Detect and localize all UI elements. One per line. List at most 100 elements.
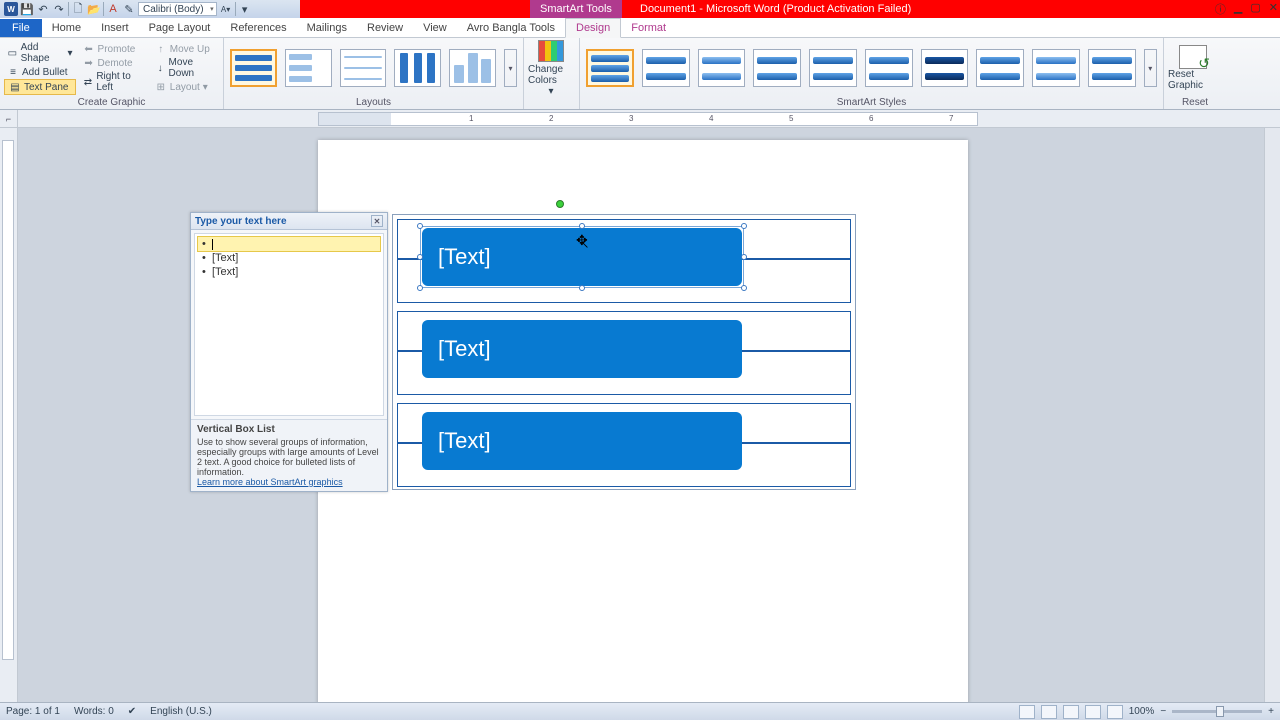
minimize-icon[interactable]: ▁ <box>1234 1 1242 17</box>
zoom-in-button[interactable]: + <box>1268 706 1274 717</box>
style-thumb-10[interactable] <box>1088 49 1136 87</box>
font-color-icon[interactable]: A <box>106 2 120 16</box>
shrink-font-icon[interactable]: A▾ <box>219 2 233 16</box>
view-web-layout-icon[interactable] <box>1063 705 1079 719</box>
undo-icon[interactable]: ↶ <box>36 2 50 16</box>
horizontal-ruler[interactable]: 1234567 <box>318 112 978 126</box>
text-pane-info-desc: Use to show several groups of informatio… <box>197 437 381 477</box>
group-layouts-label: Layouts <box>228 96 519 109</box>
text-pane-item-1[interactable] <box>198 237 380 251</box>
tab-mailings[interactable]: Mailings <box>297 19 357 37</box>
style-thumb-7[interactable] <box>921 49 969 87</box>
new-icon[interactable]: 🗋 <box>71 2 85 16</box>
rotation-handle[interactable] <box>556 200 564 208</box>
layout-button[interactable]: ⊞Layout ▾ <box>152 80 219 94</box>
zoom-slider[interactable] <box>1172 710 1262 713</box>
smartart-box-3[interactable]: [Text] <box>422 412 742 470</box>
smartart-canvas[interactable]: [Text] [Text] [Text] <box>392 214 856 490</box>
view-draft-icon[interactable] <box>1107 705 1123 719</box>
tab-home[interactable]: Home <box>42 19 91 37</box>
text-pane-item-2[interactable]: [Text] <box>198 251 380 265</box>
style-thumb-3[interactable] <box>698 49 746 87</box>
save-icon[interactable]: 💾 <box>20 2 34 16</box>
open-icon[interactable]: 📂 <box>87 2 101 16</box>
smartart-box-2[interactable]: [Text] <box>422 320 742 378</box>
add-shape-icon: ▭ <box>7 47 18 59</box>
tab-design[interactable]: Design <box>565 18 621 38</box>
change-colors-button[interactable]: Change Colors ▾ <box>528 40 574 97</box>
layout-thumb-1[interactable] <box>230 49 277 87</box>
tab-insert[interactable]: Insert <box>91 19 139 37</box>
smartart-row-1[interactable]: [Text] <box>397 219 851 303</box>
zoom-out-button[interactable]: − <box>1160 706 1166 717</box>
tab-avro[interactable]: Avro Bangla Tools <box>457 19 565 37</box>
tab-references[interactable]: References <box>220 19 296 37</box>
view-full-screen-icon[interactable] <box>1041 705 1057 719</box>
move-down-icon: ↓ <box>155 62 166 74</box>
smartart-tools-label: SmartArt Tools <box>530 0 622 18</box>
tab-file[interactable]: File <box>0 19 42 37</box>
text-pane-icon: ▤ <box>9 81 21 93</box>
text-pane-close-icon[interactable]: ✕ <box>371 215 383 227</box>
style-thumb-6[interactable] <box>865 49 913 87</box>
style-thumb-9[interactable] <box>1032 49 1080 87</box>
close-icon[interactable]: ✕ <box>1269 1 1278 17</box>
layout-thumb-4[interactable] <box>394 49 441 87</box>
move-down-button[interactable]: ↓Move Down <box>152 56 219 80</box>
view-outline-icon[interactable] <box>1085 705 1101 719</box>
tab-view[interactable]: View <box>413 19 457 37</box>
vertical-ruler[interactable] <box>0 128 18 702</box>
styles-more-button[interactable]: ▾ <box>1144 49 1157 87</box>
ruler-corner-icon[interactable]: ⌐ <box>0 110 18 128</box>
layouts-more-button[interactable]: ▾ <box>504 49 517 87</box>
vertical-scrollbar[interactable] <box>1264 128 1280 702</box>
text-pane-list[interactable]: [Text] [Text] <box>194 233 384 416</box>
right-to-left-button[interactable]: ⇄Right to Left <box>80 70 148 94</box>
smartart-text-pane[interactable]: Type your text here ✕ [Text] [Text] Vert… <box>190 212 388 492</box>
style-thumb-5[interactable] <box>809 49 857 87</box>
tab-page-layout[interactable]: Page Layout <box>139 19 221 37</box>
status-proofing-icon[interactable]: ✔ <box>128 706 136 717</box>
status-language[interactable]: English (U.S.) <box>150 706 212 717</box>
layout-thumb-3[interactable] <box>340 49 387 87</box>
title-bar: W 💾 ↶ ↷ 🗋 📂 A ✎ Calibri (Body) A▾ ▾ Smar… <box>0 0 1280 18</box>
smartart-box-1[interactable]: [Text] <box>422 228 742 286</box>
document-title: Document1 - Microsoft Word (Product Acti… <box>640 3 911 15</box>
text-pane-title: Type your text here <box>195 216 287 227</box>
zoom-level[interactable]: 100% <box>1129 706 1155 717</box>
view-print-layout-icon[interactable] <box>1019 705 1035 719</box>
layout-thumb-2[interactable] <box>285 49 332 87</box>
document-area: Type your text here ✕ [Text] [Text] Vert… <box>0 128 1280 702</box>
layout-thumb-5[interactable] <box>449 49 496 87</box>
text-pane-item-3[interactable]: [Text] <box>198 265 380 279</box>
move-up-icon: ↑ <box>155 43 167 55</box>
status-page[interactable]: Page: 1 of 1 <box>6 706 60 717</box>
qat-customize-icon[interactable]: ▾ <box>238 2 252 16</box>
style-thumb-2[interactable] <box>642 49 690 87</box>
status-words[interactable]: Words: 0 <box>74 706 114 717</box>
help-icon[interactable]: ⓘ <box>1215 1 1226 17</box>
redo-icon[interactable]: ↷ <box>52 2 66 16</box>
style-thumb-8[interactable] <box>976 49 1024 87</box>
text-pane-button[interactable]: ▤Text Pane <box>4 79 76 95</box>
smartart-row-2[interactable]: [Text] <box>397 311 851 395</box>
maximize-icon[interactable]: ▢ <box>1250 1 1260 17</box>
window-buttons: ⓘ ▁ ▢ ✕ <box>1215 1 1278 17</box>
highlight-icon[interactable]: ✎ <box>122 2 136 16</box>
status-bar: Page: 1 of 1 Words: 0 ✔ English (U.S.) 1… <box>0 702 1280 720</box>
promote-button[interactable]: ⬅Promote <box>80 42 148 56</box>
demote-icon: ➡ <box>83 57 95 69</box>
font-name-combo[interactable]: Calibri (Body) <box>138 2 217 16</box>
smartart-row-3[interactable]: [Text] <box>397 403 851 487</box>
style-thumb-1[interactable] <box>586 49 634 87</box>
reset-graphic-button[interactable]: Reset Graphic <box>1168 45 1218 91</box>
add-shape-button[interactable]: ▭Add Shape ▾ <box>4 41 76 65</box>
demote-button[interactable]: ➡Demote <box>80 56 148 70</box>
style-thumb-4[interactable] <box>753 49 801 87</box>
move-up-button[interactable]: ↑Move Up <box>152 42 219 56</box>
ribbon-tabs: File Home Insert Page Layout References … <box>0 18 1280 38</box>
tab-review[interactable]: Review <box>357 19 413 37</box>
tab-format[interactable]: Format <box>621 19 676 37</box>
add-bullet-button[interactable]: ≡Add Bullet <box>4 65 76 79</box>
text-pane-learn-more-link[interactable]: Learn more about SmartArt graphics <box>197 477 343 487</box>
